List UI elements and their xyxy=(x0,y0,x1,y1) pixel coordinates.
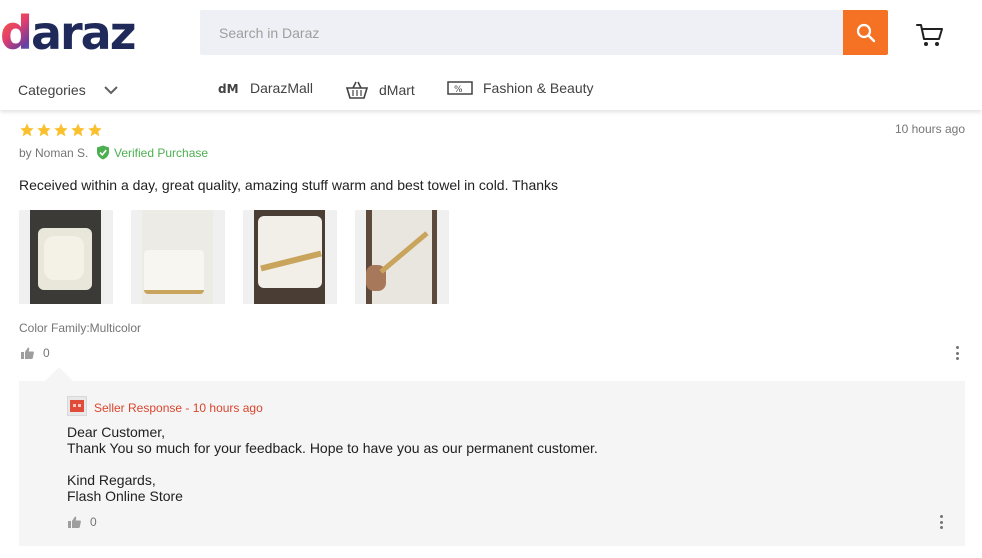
seller-response-title: Seller Response - 10 hours ago xyxy=(94,401,263,415)
thumbs-up-icon xyxy=(68,516,81,528)
response-like-count: 0 xyxy=(90,515,97,529)
review-author: by Noman S. xyxy=(19,146,89,160)
star-icon xyxy=(71,123,85,137)
chevron-down-icon xyxy=(103,86,118,95)
response-line: Thank You so much for your feedback. Hop… xyxy=(67,440,598,456)
kebab-dot xyxy=(939,520,943,524)
review-photo[interactable] xyxy=(243,210,337,304)
svg-text:dM: dM xyxy=(218,82,239,96)
verified-purchase-badge: Verified Purchase xyxy=(96,145,208,160)
response-line: Flash Online Store xyxy=(67,488,183,504)
kebab-dot xyxy=(955,346,959,349)
kebab-dot xyxy=(939,526,943,529)
seller-response-body: Dear Customer, Thank You so much for you… xyxy=(67,424,598,504)
search-icon xyxy=(856,23,875,42)
review-time: 10 hours ago xyxy=(894,122,965,136)
star-icon xyxy=(37,123,51,137)
search-input[interactable] xyxy=(200,10,842,55)
response-line: Kind Regards, xyxy=(67,472,156,488)
basket-icon xyxy=(345,81,369,99)
thumbs-up-icon xyxy=(21,347,34,359)
nav-darazmall[interactable]: dM DarazMall xyxy=(218,80,313,96)
response-more-menu[interactable] xyxy=(938,515,944,529)
review-more-menu[interactable] xyxy=(954,346,960,360)
nav-darazmall-label: DarazMall xyxy=(250,80,314,96)
cart-icon xyxy=(916,24,943,46)
kebab-dot xyxy=(955,357,959,360)
rating-stars xyxy=(19,122,103,138)
verified-shield-icon xyxy=(97,145,109,160)
search-button[interactable] xyxy=(843,10,888,55)
review-photo[interactable] xyxy=(131,210,225,304)
nav-fashion-beauty[interactable]: % Fashion & Beauty xyxy=(447,80,594,96)
star-icon xyxy=(88,123,102,137)
kebab-dot xyxy=(955,351,959,355)
search-bar xyxy=(200,10,888,55)
like-count: 0 xyxy=(43,346,50,360)
svg-text:%: % xyxy=(454,85,463,95)
nav-fashion-beauty-label: Fashion & Beauty xyxy=(483,80,594,96)
review-photo[interactable] xyxy=(355,210,449,304)
star-icon xyxy=(20,123,34,137)
review-text: Received within a day, great quality, am… xyxy=(19,177,559,193)
nav-dmart-label: dMart xyxy=(379,82,415,98)
cart-button[interactable] xyxy=(915,20,945,50)
categories-menu[interactable]: Categories xyxy=(18,82,120,98)
star-icon xyxy=(54,123,68,137)
darazmall-icon: dM xyxy=(218,82,239,96)
verified-label: Verified Purchase xyxy=(114,145,209,160)
seller-store-icon xyxy=(67,396,87,416)
like-button[interactable]: 0 xyxy=(21,346,50,360)
store-icon xyxy=(70,400,84,412)
response-pointer xyxy=(45,367,73,381)
response-line: Dear Customer, xyxy=(67,424,166,440)
daraz-logo[interactable]: daraz xyxy=(0,10,136,56)
discount-tag-icon: % xyxy=(447,81,473,95)
response-like-button[interactable]: 0 xyxy=(68,515,97,529)
nav-dmart[interactable]: dMart xyxy=(345,80,415,100)
categories-label: Categories xyxy=(18,82,86,98)
review-photo[interactable] xyxy=(19,210,113,304)
seller-response: Seller Response - 10 hours ago Dear Cust… xyxy=(19,381,965,546)
review-sku: Color Family:Multicolor xyxy=(19,321,142,335)
site-header: daraz Categories dM DarazMall xyxy=(0,0,982,110)
kebab-dot xyxy=(939,515,943,518)
